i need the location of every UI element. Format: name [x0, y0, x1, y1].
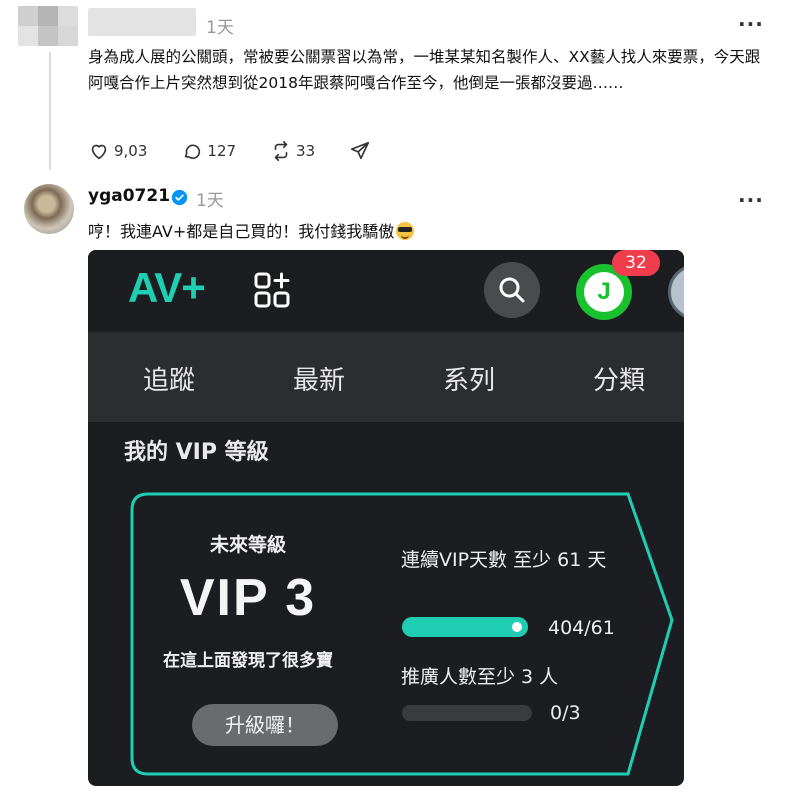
- attached-screenshot[interactable]: AV+ J 32 追蹤 最新 系列 分類 我的 VIP 等級 未來等級 VIP …: [88, 250, 684, 786]
- post-text: 身為成人展的公關頭，常被要公關票習以為常，一堆某某知名製作人、XX藝人找人來要票…: [88, 48, 761, 92]
- post-text-body: 哼！我連AV+都是自己買的！我付錢我驕傲: [88, 222, 395, 241]
- referral-requirement: 推廣人數至少 3 人: [401, 666, 559, 688]
- tab-categories: 分類: [593, 366, 646, 396]
- blurred-avatar: [18, 6, 80, 46]
- referral-progress: [402, 705, 532, 721]
- app-nav-tabs: 追蹤 最新 系列 分類: [88, 332, 684, 422]
- tab-following: 追蹤: [143, 366, 196, 396]
- more-options-button[interactable]: ···: [738, 190, 764, 210]
- referral-value: 0/3: [550, 702, 581, 724]
- secondary-avatar: [668, 264, 684, 320]
- like-button[interactable]: 9,03: [88, 140, 147, 162]
- username[interactable]: yga0721: [88, 186, 170, 206]
- discover-text: 在這上面發現了很多寶: [163, 651, 333, 671]
- comment-icon: [185, 144, 201, 159]
- profile-avatar-letter: J: [584, 272, 624, 312]
- app-header: AV+ J 32: [88, 250, 684, 332]
- search-button: [484, 262, 540, 318]
- verified-badge-icon: [171, 189, 188, 206]
- post-actions: 9,03 127 33: [88, 140, 409, 162]
- future-level-label: 未來等級: [209, 534, 286, 556]
- repost-button[interactable]: 33: [270, 140, 315, 162]
- comment-button[interactable]: 127: [181, 140, 236, 162]
- upgrade-button: 升級囉！: [192, 704, 338, 746]
- post-time: 1天: [206, 18, 234, 38]
- repost-icon: [274, 141, 288, 161]
- search-icon: [499, 277, 525, 303]
- heart-icon: [91, 144, 107, 160]
- thread-line: [49, 52, 51, 170]
- share-icon: [351, 141, 370, 160]
- vip-section-title: 我的 VIP 等級: [124, 440, 269, 465]
- post-time: 1天: [196, 191, 224, 211]
- tab-latest: 最新: [293, 366, 346, 396]
- vip-level: VIP 3: [179, 569, 317, 627]
- app-logo: AV+: [128, 264, 206, 311]
- vip-days-requirement: 連續VIP天數 至少 61 天: [401, 549, 607, 571]
- avatar[interactable]: [24, 184, 74, 234]
- vip-days-value: 404/61: [548, 617, 615, 639]
- repost-count: 33: [296, 142, 316, 160]
- blurred-username: [88, 8, 196, 36]
- more-options-button[interactable]: ···: [738, 14, 764, 34]
- sunglasses-emoji-icon: [396, 222, 415, 240]
- post-text: 哼！我連AV+都是自己買的！我付錢我驕傲: [88, 218, 415, 242]
- tab-series: 系列: [443, 366, 496, 396]
- notification-badge: 32: [612, 250, 660, 276]
- share-button[interactable]: [349, 140, 375, 162]
- progress-knob: [509, 619, 525, 635]
- like-count: 9,03: [114, 142, 148, 160]
- apps-grid-icon: [254, 272, 290, 308]
- comment-count: 127: [207, 142, 237, 160]
- vip-days-progress: [402, 617, 528, 637]
